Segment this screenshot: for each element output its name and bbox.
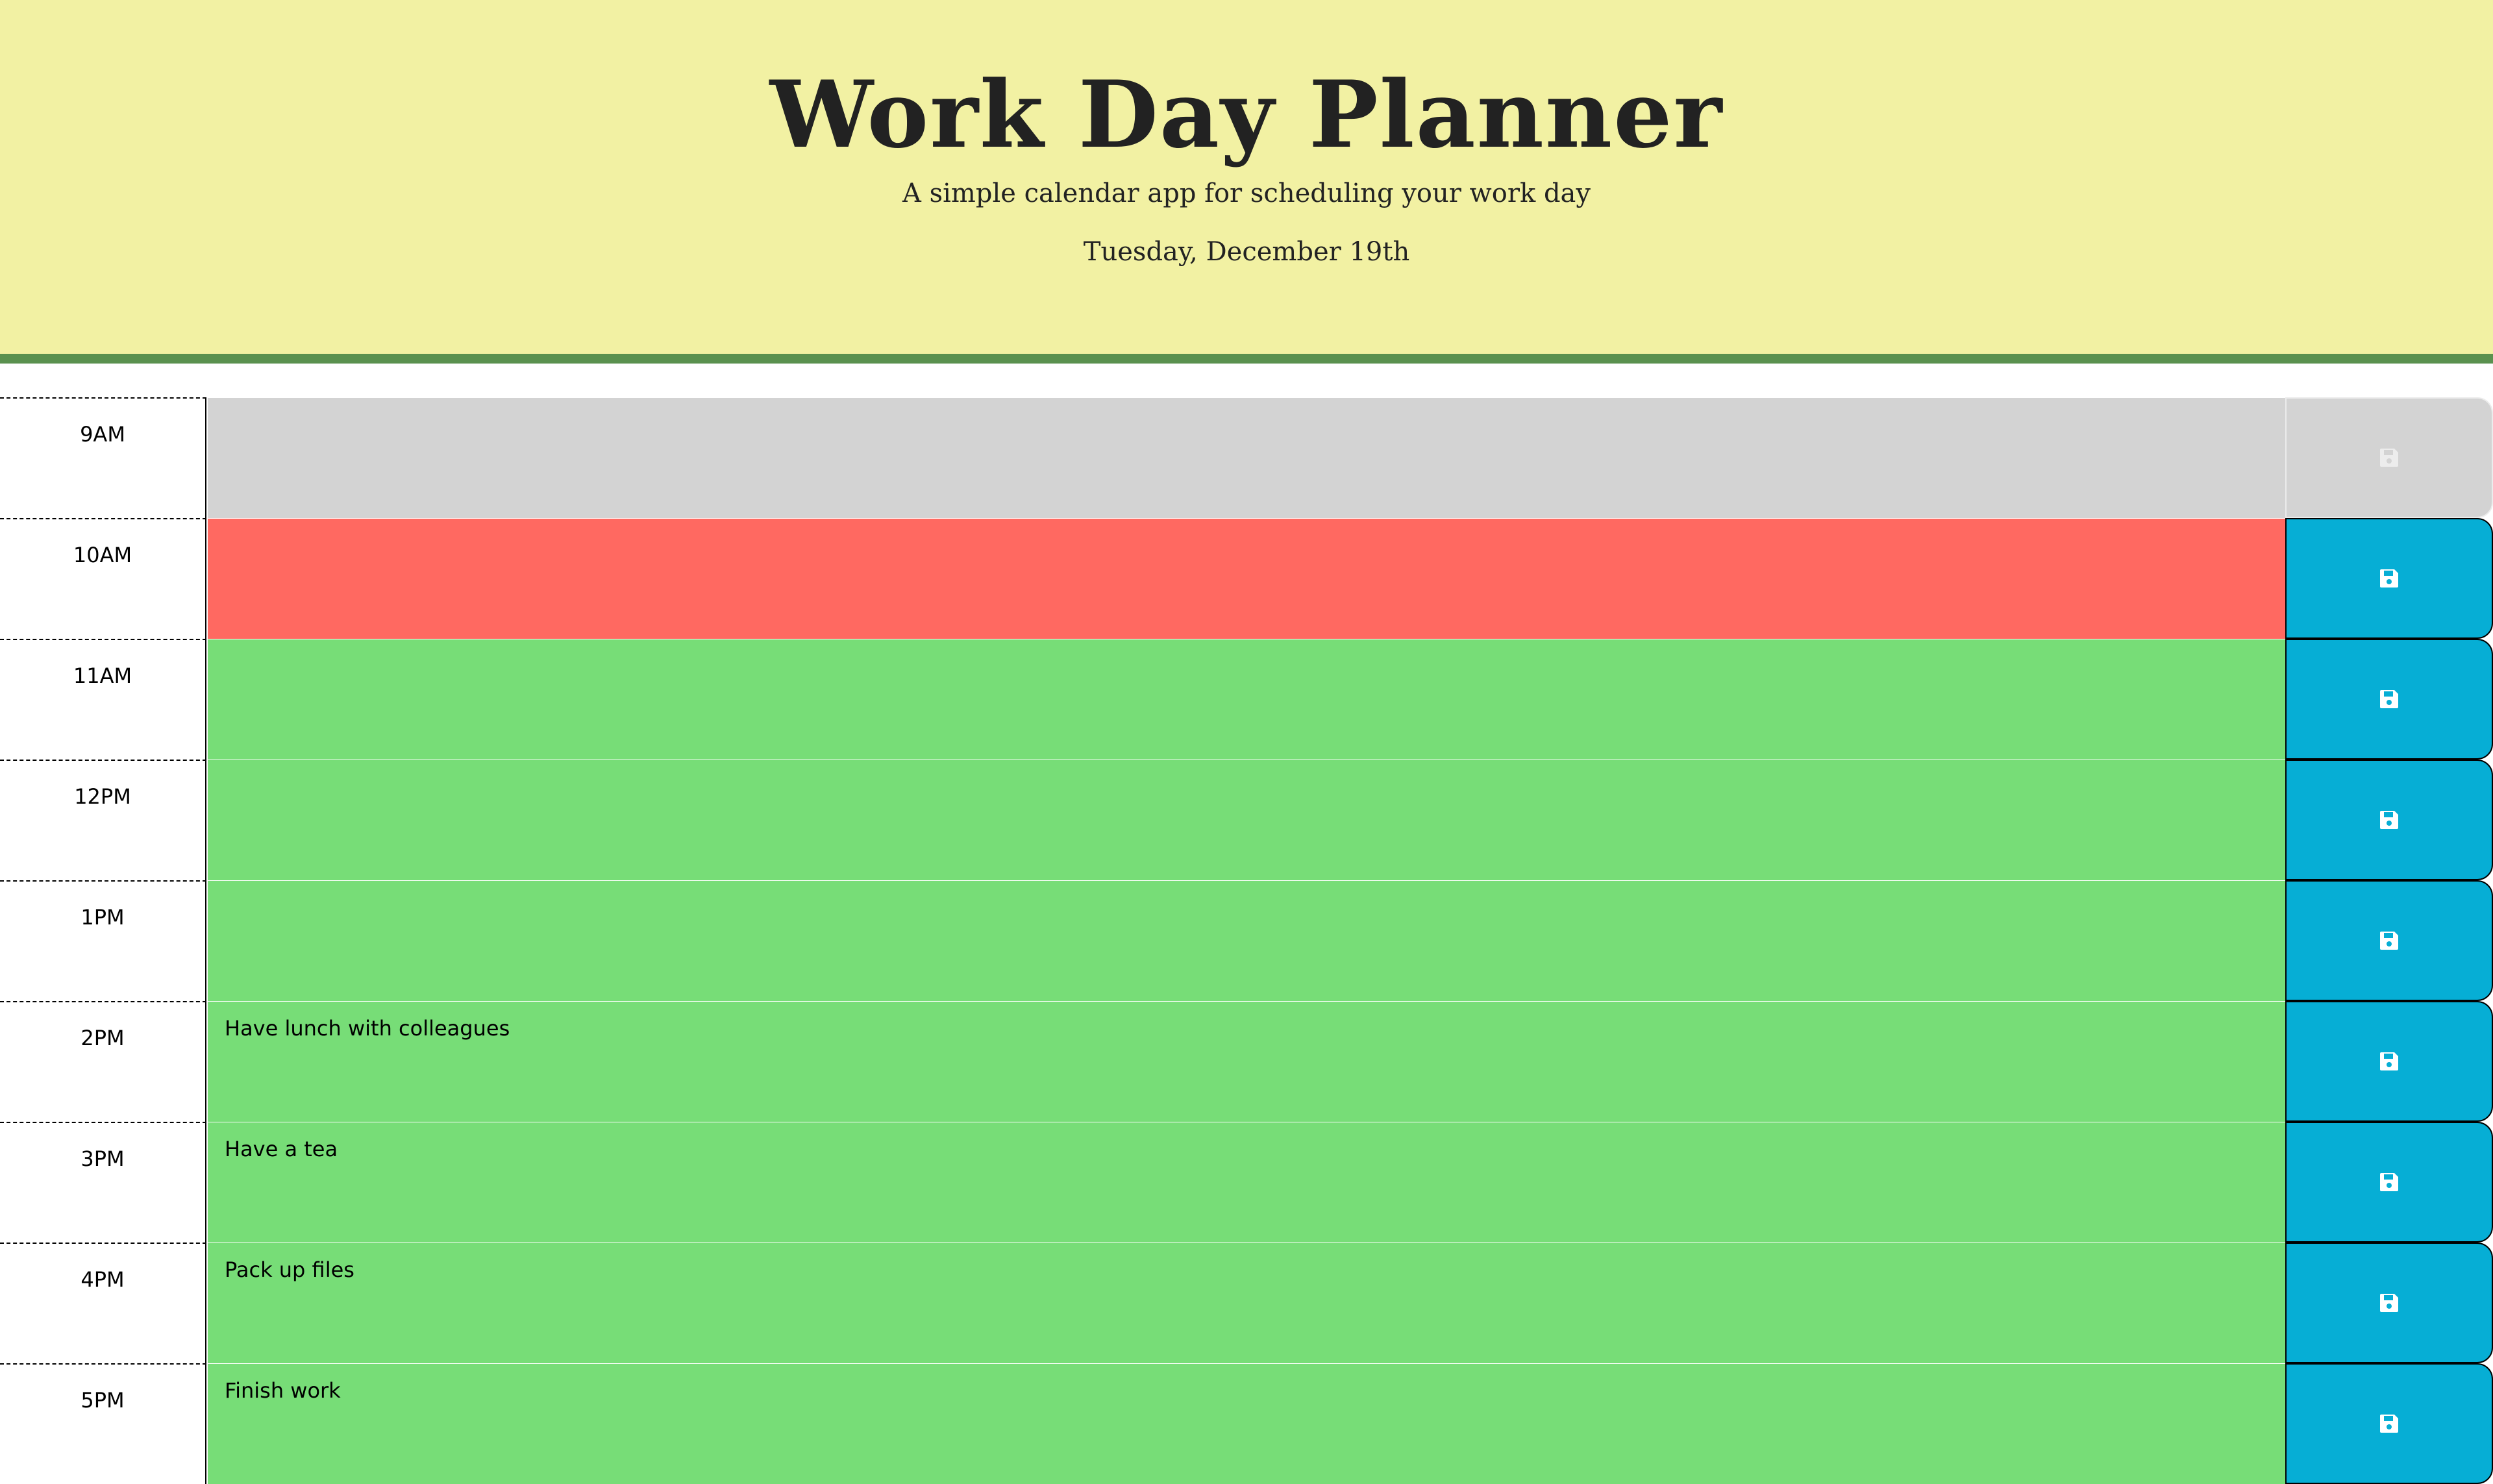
time-block-11am: 11AM: [0, 639, 2493, 760]
save-button[interactable]: [2285, 880, 2493, 1001]
save-button[interactable]: [2285, 1122, 2493, 1243]
description-input[interactable]: [208, 397, 2285, 518]
description-input[interactable]: [208, 518, 2285, 639]
save-button[interactable]: [2285, 1001, 2493, 1122]
description-input[interactable]: [208, 760, 2285, 880]
time-block-12pm: 12PM: [0, 760, 2493, 880]
description-input[interactable]: [208, 880, 2285, 1001]
save-button[interactable]: [2285, 518, 2493, 639]
hour-label: 4PM: [0, 1243, 206, 1363]
time-block-1pm: 1PM: [0, 880, 2493, 1001]
description-input[interactable]: Pack up files: [208, 1243, 2285, 1363]
floppy-disk-icon: [2380, 569, 2398, 587]
save-button[interactable]: [2285, 760, 2493, 880]
time-block-2pm: 2PM Have lunch with colleagues: [0, 1001, 2493, 1122]
hour-label: 11AM: [0, 639, 206, 760]
floppy-disk-icon: [2380, 690, 2398, 708]
hour-label: 9AM: [0, 397, 206, 518]
time-block-3pm: 3PM Have a tea: [0, 1122, 2493, 1243]
floppy-disk-icon: [2380, 811, 2398, 829]
floppy-disk-icon: [2380, 1415, 2398, 1433]
save-button[interactable]: [2285, 1243, 2493, 1363]
hour-label: 10AM: [0, 518, 206, 639]
current-day: Tuesday, December 19th: [1083, 237, 1410, 267]
save-button[interactable]: [2285, 397, 2493, 518]
save-button[interactable]: [2285, 1363, 2493, 1484]
time-block-4pm: 4PM Pack up files: [0, 1243, 2493, 1363]
floppy-disk-icon: [2380, 1052, 2398, 1070]
hour-label: 12PM: [0, 760, 206, 880]
save-button[interactable]: [2285, 639, 2493, 760]
page-title: Work Day Planner: [769, 61, 1724, 169]
floppy-disk-icon: [2380, 1173, 2398, 1191]
time-block-5pm: 5PM Finish work: [0, 1363, 2493, 1484]
description-input[interactable]: Finish work: [208, 1363, 2285, 1484]
page-subtitle: A simple calendar app for scheduling you…: [902, 179, 1591, 208]
description-input[interactable]: Have lunch with colleagues: [208, 1001, 2285, 1122]
floppy-disk-icon: [2380, 449, 2398, 467]
planner: 9AM 10AM 11AM 12PM 1PM 2PM Have lunch wi…: [0, 397, 2493, 1484]
hour-label: 1PM: [0, 880, 206, 1001]
hour-label: 2PM: [0, 1001, 206, 1122]
time-block-9am: 9AM: [0, 397, 2493, 518]
time-block-10am: 10AM: [0, 518, 2493, 639]
hour-label: 3PM: [0, 1122, 206, 1243]
floppy-disk-icon: [2380, 932, 2398, 950]
page-header: Work Day Planner A simple calendar app f…: [0, 0, 2493, 364]
floppy-disk-icon: [2380, 1294, 2398, 1312]
description-input[interactable]: [208, 639, 2285, 760]
description-input[interactable]: Have a tea: [208, 1122, 2285, 1243]
hour-label: 5PM: [0, 1363, 206, 1484]
